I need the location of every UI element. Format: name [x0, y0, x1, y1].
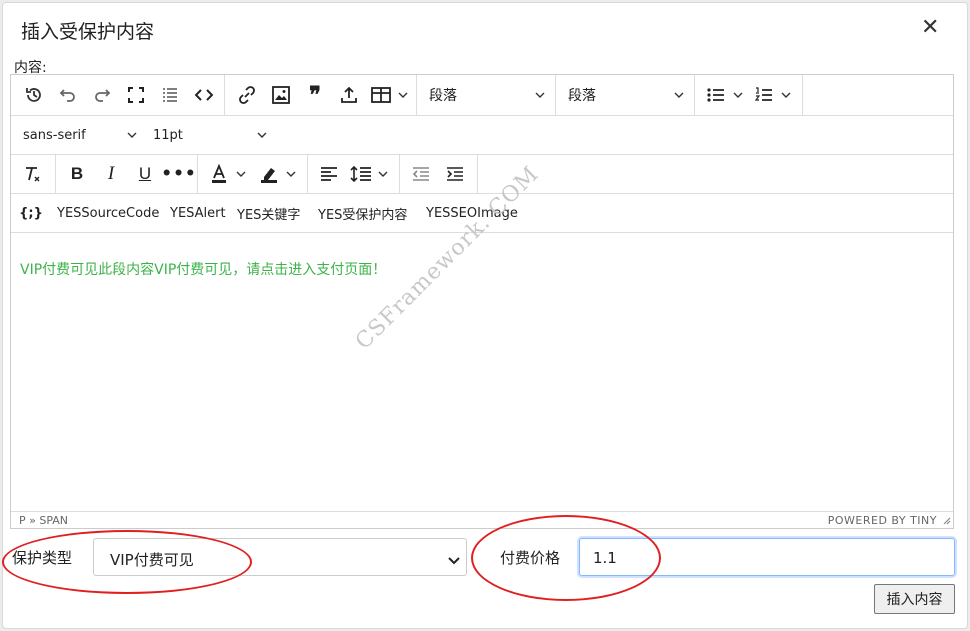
link-icon[interactable]: [231, 75, 263, 115]
font-size-dropdown[interactable]: 11pt: [145, 116, 275, 154]
chevron-down-icon: [674, 75, 694, 115]
protect-type-label: 保护类型: [12, 549, 73, 567]
table-icon[interactable]: [367, 75, 395, 115]
chevron-down-icon: [448, 552, 460, 570]
yes-source-code-button[interactable]: YESSourceCode: [57, 194, 159, 232]
toolbar-row-2: sans-serif 11pt: [11, 116, 953, 155]
block-format-value-1: 段落: [429, 88, 457, 104]
bullet-list-chevron-icon[interactable]: [731, 75, 745, 115]
price-value: 1.1: [593, 549, 617, 567]
resize-handle-icon[interactable]: [942, 515, 951, 528]
fullscreen-icon[interactable]: [121, 75, 151, 115]
editor-content-area[interactable]: VIP付费可见此段内容VIP付费可见，请点击进入支付页面！ CSFramewor…: [11, 162, 953, 511]
image-icon[interactable]: [265, 75, 297, 115]
block-format-value-2: 段落: [568, 88, 596, 104]
upload-icon[interactable]: [333, 75, 365, 115]
toolbar-row-1: ❞ 段落 段落: [11, 75, 953, 116]
bullet-list-icon[interactable]: [703, 75, 729, 115]
clear-formatting-icon[interactable]: [19, 155, 47, 193]
editor-status-bar: P » SPAN POWERED BY TINY: [11, 511, 953, 528]
protect-type-select[interactable]: VIP付费可见: [93, 538, 467, 576]
toolbar-group-indent: [400, 155, 478, 193]
undo-icon[interactable]: [53, 75, 83, 115]
chevron-down-icon: [127, 116, 137, 154]
redo-icon[interactable]: [87, 75, 117, 115]
text-color-chevron-icon[interactable]: [234, 155, 248, 193]
indent-icon[interactable]: [440, 155, 470, 193]
toolbar-group-lists: [695, 75, 803, 115]
chevron-down-icon: [257, 116, 267, 154]
block-format-dropdown-1[interactable]: 段落: [417, 75, 556, 115]
toolbar-group-clear: [11, 155, 56, 193]
table-chevron-down-icon[interactable]: [395, 75, 411, 115]
font-family-dropdown[interactable]: sans-serif: [11, 116, 141, 154]
line-height-icon[interactable]: [348, 155, 374, 193]
yes-keyword-button[interactable]: YES关键字: [237, 194, 300, 232]
toolbar-row-3: B I U •••: [11, 155, 953, 194]
close-icon[interactable]: ✕: [921, 17, 939, 39]
chevron-down-icon: [535, 75, 555, 115]
blockquote-icon[interactable]: ❞: [299, 75, 331, 115]
code-braces-icon[interactable]: {;}: [19, 194, 43, 232]
protect-type-value: VIP付费可见: [110, 551, 194, 569]
powered-by-label[interactable]: POWERED BY TINY: [828, 514, 937, 527]
highlight-color-icon[interactable]: [256, 155, 282, 193]
yes-alert-button[interactable]: YESAlert: [170, 194, 226, 232]
toolbar-group-insert: ❞: [225, 75, 417, 115]
font-family-value: sans-serif: [23, 127, 86, 143]
price-input[interactable]: 1.1: [579, 538, 955, 576]
more-options-icon[interactable]: •••: [161, 155, 196, 193]
toolbar-group-text-style: B I U •••: [56, 155, 198, 193]
outdent-icon[interactable]: [406, 155, 436, 193]
editor-body-text: VIP付费可见此段内容VIP付费可见，请点击进入支付页面！: [20, 262, 387, 278]
font-size-value: 11pt: [153, 127, 183, 143]
rich-text-editor: ❞ 段落 段落 sans-serif 11pt B I U ••• {;} YE…: [10, 74, 954, 529]
indent-list-icon[interactable]: [155, 75, 185, 115]
source-code-icon[interactable]: [189, 75, 219, 115]
numbered-list-icon[interactable]: [751, 75, 777, 115]
underline-icon[interactable]: U: [130, 155, 160, 193]
element-path[interactable]: P » SPAN: [19, 514, 68, 527]
highlight-color-chevron-icon[interactable]: [284, 155, 298, 193]
yes-protected-content-button[interactable]: YES受保护内容: [318, 194, 407, 232]
italic-icon[interactable]: I: [96, 155, 126, 193]
line-height-chevron-icon[interactable]: [376, 155, 390, 193]
bold-icon[interactable]: B: [62, 155, 92, 193]
insert-content-button[interactable]: 插入内容: [874, 584, 955, 614]
toolbar-group-alignment: [308, 155, 400, 193]
align-left-icon[interactable]: [316, 155, 342, 193]
dialog-title: 插入受保护内容: [21, 21, 155, 43]
toolbar-group-colors: [198, 155, 308, 193]
toolbar-group-history: [11, 75, 225, 115]
text-color-icon[interactable]: [206, 155, 232, 193]
history-icon[interactable]: [19, 75, 49, 115]
price-label: 付费价格: [500, 549, 561, 567]
numbered-list-chevron-icon[interactable]: [779, 75, 793, 115]
block-format-dropdown-2[interactable]: 段落: [556, 75, 695, 115]
